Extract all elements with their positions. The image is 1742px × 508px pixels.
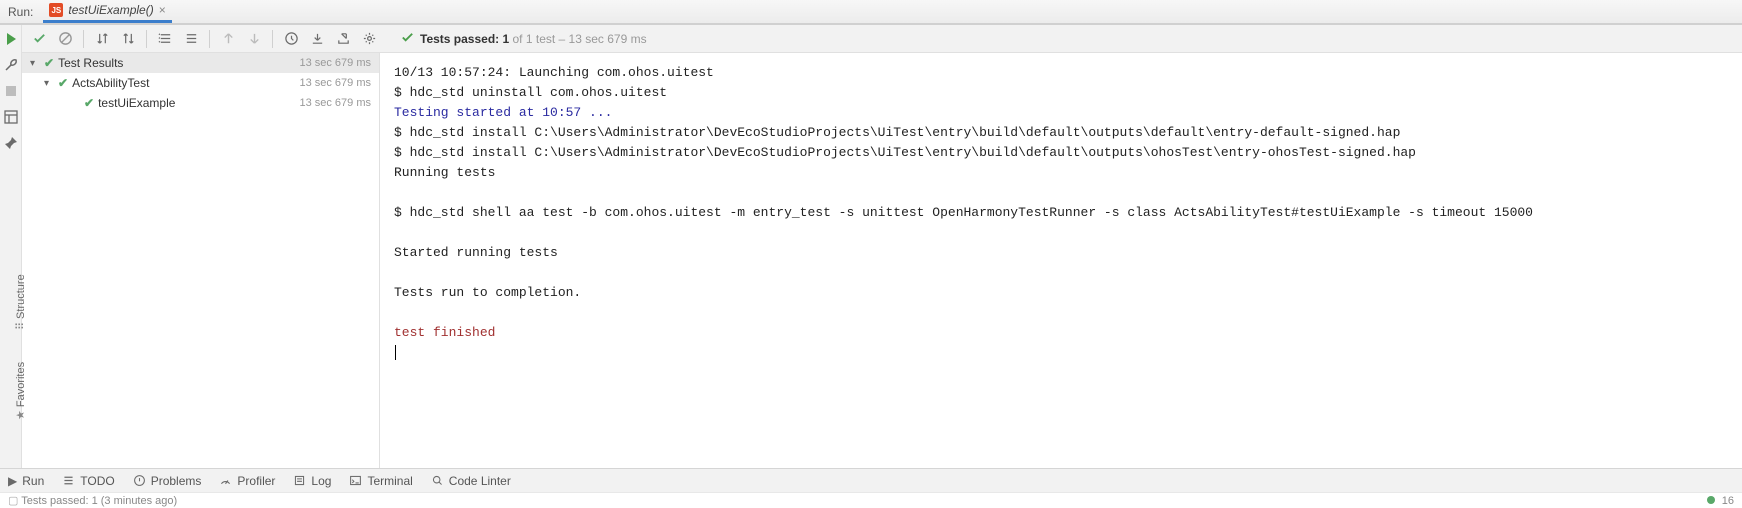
console-line: $ hdc_std install C:\Users\Administrator… — [394, 125, 1400, 140]
console-output[interactable]: 10/13 10:57:24: Launching com.ohos.uites… — [380, 53, 1742, 468]
tree-root-time: 13 sec 679 ms — [299, 57, 371, 69]
sidetab-favorites-label: Favorites — [15, 362, 27, 407]
settings-icon[interactable] — [358, 28, 380, 50]
check-icon — [400, 30, 415, 48]
prev-failed-icon[interactable] — [217, 28, 239, 50]
run-config-tab[interactable]: JS testUiExample() × — [43, 0, 171, 23]
check-icon: ✔ — [44, 56, 54, 70]
chevron-down-icon[interactable]: ▾ — [44, 78, 54, 89]
close-icon[interactable]: × — [159, 3, 166, 17]
structure-icon: ⠿ — [15, 322, 27, 330]
sort-icon[interactable] — [91, 28, 113, 50]
console-line: $ hdc_std uninstall com.ohos.uitest — [394, 85, 667, 100]
console-line: Running tests — [394, 165, 495, 180]
tree-suite-time: 13 sec 679 ms — [299, 77, 371, 89]
rerun-icon[interactable] — [3, 31, 19, 47]
divider — [146, 30, 147, 48]
tool-run[interactable]: ▶ Run — [8, 474, 44, 488]
tool-log[interactable]: Log — [293, 474, 331, 488]
next-failed-icon[interactable] — [243, 28, 265, 50]
star-icon: ★ — [15, 410, 27, 420]
text-cursor — [395, 345, 396, 360]
tool-problems[interactable]: Problems — [133, 474, 202, 488]
tree-suite[interactable]: ▾ ✔ ActsAbilityTest 13 sec 679 ms — [22, 73, 379, 93]
tool-terminal[interactable]: Terminal — [349, 474, 412, 488]
console-line: $ hdc_std shell aa test -b com.ohos.uite… — [394, 205, 1533, 220]
tests-status: Tests passed: 1 of 1 test – 13 sec 679 m… — [400, 30, 647, 48]
check-icon: ✔ — [84, 96, 94, 110]
export-icon[interactable] — [332, 28, 354, 50]
pin-icon[interactable] — [3, 135, 19, 151]
status-duration: 13 sec 679 ms — [569, 32, 647, 46]
bottom-tool-tabs: ▶ Run TODO Problems Profiler Log Termina… — [0, 468, 1742, 492]
gauge-icon — [219, 474, 232, 487]
status-dot-icon — [1707, 496, 1715, 504]
status-square-icon: ▢ — [8, 495, 18, 507]
magnify-icon — [431, 474, 444, 487]
tool-todo-label: TODO — [80, 474, 114, 488]
sidetab-structure-label: Structure — [15, 274, 27, 319]
test-tree: ▾ ✔ Test Results 13 sec 679 ms ▾ ✔ ActsA… — [22, 53, 380, 468]
list-icon — [62, 474, 75, 487]
console-line: Tests run to completion. — [394, 285, 581, 300]
status-mid: of 1 test – — [509, 32, 568, 46]
show-ignored-icon[interactable] — [54, 28, 76, 50]
tool-problems-label: Problems — [151, 474, 202, 488]
console-line: 10/13 10:57:24: Launching com.ohos.uites… — [394, 65, 714, 80]
import-icon[interactable] — [306, 28, 328, 50]
tree-suite-label: ActsAbilityTest — [72, 76, 295, 90]
chevron-down-icon[interactable]: ▾ — [30, 58, 40, 69]
tree-root-label: Test Results — [58, 56, 295, 70]
console-line: test finished — [394, 325, 495, 340]
tool-profiler[interactable]: Profiler — [219, 474, 275, 488]
js-icon: JS — [49, 3, 63, 17]
divider — [209, 30, 210, 48]
test-toolbar: Tests passed: 1 of 1 test – 13 sec 679 m… — [22, 25, 1742, 53]
tree-test-label: testUiExample — [98, 96, 295, 110]
run-tab-bar: Run: JS testUiExample() × — [0, 0, 1742, 24]
check-icon: ✔ — [58, 76, 68, 90]
tool-log-label: Log — [311, 474, 331, 488]
expand-all-icon[interactable] — [154, 28, 176, 50]
tool-codelinter-label: Code Linter — [449, 474, 511, 488]
sidetab-structure[interactable]: ⠿ Structure — [14, 274, 27, 330]
divider — [272, 30, 273, 48]
tool-codelinter[interactable]: Code Linter — [431, 474, 511, 488]
console-line: Testing started at 10:57 ... — [394, 105, 612, 120]
tree-test[interactable]: ✔ testUiExample 13 sec 679 ms — [22, 93, 379, 113]
tool-profiler-label: Profiler — [237, 474, 275, 488]
collapse-all-icon[interactable] — [180, 28, 202, 50]
status-left: Tests passed: 1 (3 minutes ago) — [21, 495, 177, 507]
warning-icon — [133, 474, 146, 487]
sort-alpha-icon[interactable] — [117, 28, 139, 50]
console-line: $ hdc_std install C:\Users\Administrator… — [394, 145, 1416, 160]
tool-todo[interactable]: TODO — [62, 474, 114, 488]
status-bar: ▢ Tests passed: 1 (3 minutes ago) 16 — [0, 492, 1742, 508]
console-line: Started running tests — [394, 245, 558, 260]
log-icon — [293, 474, 306, 487]
tab-title: testUiExample() — [68, 3, 153, 17]
sidetab-favorites[interactable]: ★ Favorites — [14, 362, 27, 420]
divider — [83, 30, 84, 48]
status-right: 16 — [1722, 495, 1734, 507]
run-label: Run: — [8, 5, 33, 19]
status-prefix: Tests passed: — [420, 32, 502, 46]
history-icon[interactable] — [280, 28, 302, 50]
wrench-icon[interactable] — [3, 57, 19, 73]
show-passed-icon[interactable] — [28, 28, 50, 50]
layout-icon[interactable] — [3, 109, 19, 125]
tool-terminal-label: Terminal — [367, 474, 412, 488]
play-icon: ▶ — [8, 474, 17, 488]
stop-icon[interactable] — [3, 83, 19, 99]
tree-root[interactable]: ▾ ✔ Test Results 13 sec 679 ms — [22, 53, 379, 73]
tool-run-label: Run — [22, 474, 44, 488]
terminal-icon — [349, 474, 362, 487]
tree-test-time: 13 sec 679 ms — [299, 97, 371, 109]
